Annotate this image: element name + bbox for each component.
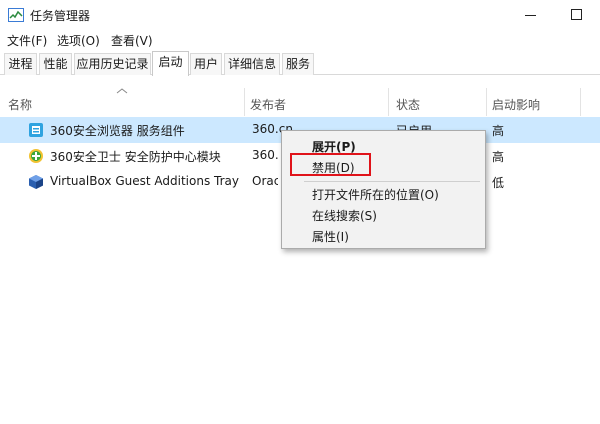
shield-360-icon: [29, 149, 43, 163]
menu-bar: 文件(F) 选项(O) 查看(V): [0, 30, 600, 50]
tab-services[interactable]: 服务: [282, 53, 314, 75]
ctx-separator: [304, 181, 480, 182]
menu-file[interactable]: 文件(F): [7, 32, 47, 49]
virtualbox-icon: [29, 175, 43, 189]
browser-360-icon: [29, 123, 43, 137]
title-bar: 任务管理器: [0, 0, 600, 30]
tab-startup[interactable]: 启动: [152, 51, 189, 76]
column-header: 名称 发布者 状态 启动影响: [0, 88, 600, 118]
column-name[interactable]: 名称: [8, 96, 32, 113]
row-name: 360安全卫士 安全防护中心模块: [50, 150, 221, 164]
row-impact: 低: [492, 176, 505, 190]
minimize-button[interactable]: [508, 0, 554, 30]
task-manager-icon: [8, 8, 24, 22]
maximize-icon: [571, 9, 582, 20]
tab-performance[interactable]: 性能: [39, 53, 72, 75]
row-impact: 高: [492, 150, 505, 164]
row-publisher: 360.c: [252, 148, 278, 162]
row-name: 360安全浏览器 服务组件: [50, 124, 185, 138]
annotation-highlight-box: [290, 153, 371, 176]
column-startup-impact[interactable]: 启动影响: [492, 96, 540, 113]
column-publisher[interactable]: 发布者: [250, 96, 286, 113]
column-divider[interactable]: [244, 88, 245, 116]
column-divider[interactable]: [388, 88, 389, 116]
tab-details[interactable]: 详细信息: [224, 53, 280, 75]
ctx-properties[interactable]: 属性(I): [312, 228, 349, 245]
row-publisher: Orac: [252, 174, 278, 188]
ctx-open-file-location[interactable]: 打开文件所在的位置(O): [312, 186, 439, 203]
row-name: VirtualBox Guest Additions Tray ...: [50, 174, 242, 188]
window-title: 任务管理器: [30, 9, 91, 23]
column-divider[interactable]: [486, 88, 487, 116]
column-status[interactable]: 状态: [396, 96, 420, 113]
menu-view[interactable]: 查看(V): [111, 32, 153, 49]
column-divider[interactable]: [580, 88, 581, 116]
row-impact: 高: [492, 124, 505, 138]
context-menu: 展开(P) 禁用(D) 打开文件所在的位置(O) 在线搜索(S) 属性(I): [281, 130, 486, 249]
tab-app-history[interactable]: 应用历史记录: [74, 53, 151, 75]
tab-users[interactable]: 用户: [190, 53, 222, 75]
sort-ascending-icon: [116, 88, 128, 94]
maximize-button[interactable]: [554, 0, 600, 30]
tab-processes[interactable]: 进程: [4, 53, 37, 75]
tab-bar: 进程 性能 应用历史记录 启动 用户 详细信息 服务: [0, 51, 600, 76]
menu-options[interactable]: 选项(O): [57, 32, 100, 49]
ctx-search-online[interactable]: 在线搜索(S): [312, 207, 377, 224]
minimize-icon: [525, 15, 536, 16]
